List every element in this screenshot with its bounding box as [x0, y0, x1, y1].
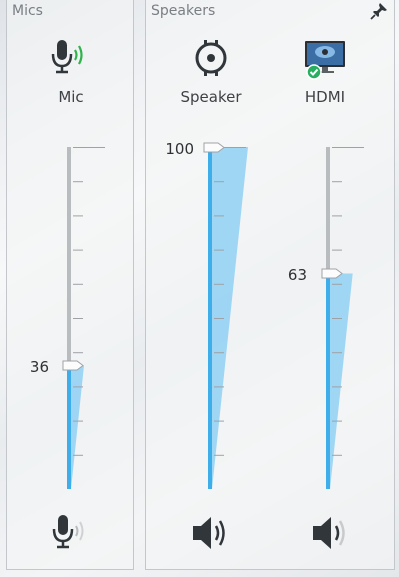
speakers-section-title: Speakers — [151, 3, 216, 19]
mic-slider-fill-wedge — [71, 147, 105, 489]
mic-slider-fill — [67, 365, 71, 489]
device-label-mic: Mic — [58, 88, 84, 106]
speaker-volume-value: 100 — [165, 140, 194, 158]
hdmi-volume-slider[interactable] — [321, 147, 366, 489]
hdmi-slider-fill-wedge — [330, 147, 364, 489]
hdmi-display-icon — [305, 41, 345, 80]
volume-wedge — [71, 365, 84, 489]
mics-section-title: Mics — [12, 3, 43, 19]
speaker-volume-slider[interactable] — [203, 142, 248, 489]
microphone-icon — [51, 40, 83, 74]
speaker-slider-handle[interactable] — [203, 142, 225, 153]
mic-volume-value: 36 — [29, 358, 49, 376]
speaker-device-icon — [195, 40, 227, 76]
hdmi-mute-button[interactable] — [309, 511, 353, 555]
mic-slider-handle[interactable] — [62, 360, 84, 371]
hdmi-volume-value: 63 — [287, 266, 307, 284]
speakers-panel: Speakers Speaker 100 HDMI 63 — [145, 0, 395, 570]
volume-wedge — [330, 273, 353, 489]
mic-volume-slider[interactable] — [62, 147, 107, 489]
device-label-hdmi: HDMI — [304, 88, 346, 106]
mics-panel: Mics Mic 36 — [6, 0, 134, 570]
device-label-speaker: Speaker — [180, 88, 242, 106]
speaker-slider-fill-wedge — [212, 147, 248, 489]
mic-mute-button[interactable] — [49, 511, 93, 555]
hdmi-slider-handle[interactable] — [321, 268, 343, 279]
speaker-slider-fill — [208, 147, 212, 489]
hdmi-slider-fill — [326, 273, 330, 489]
speaker-mute-button[interactable] — [189, 511, 233, 555]
pin-icon[interactable] — [370, 2, 388, 20]
